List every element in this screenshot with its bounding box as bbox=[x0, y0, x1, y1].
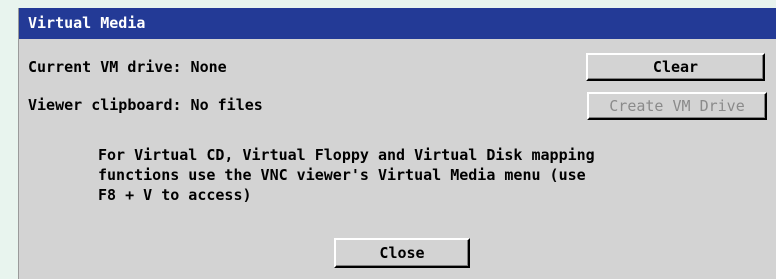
close-button[interactable]: Close bbox=[334, 238, 470, 268]
clear-button[interactable]: Clear bbox=[586, 53, 765, 81]
info-line: functions use the VNC viewer's Virtual M… bbox=[98, 166, 586, 184]
info-line: F8 + V to access) bbox=[98, 186, 252, 204]
current-drive-label: Current VM drive: None bbox=[28, 58, 227, 76]
create-vm-drive-button[interactable]: Create VM Drive bbox=[587, 92, 767, 120]
clipboard-label: Viewer clipboard: No files bbox=[28, 96, 263, 114]
info-text: For Virtual CD, Virtual Floppy and Virtu… bbox=[98, 145, 595, 205]
info-line: For Virtual CD, Virtual Floppy and Virtu… bbox=[98, 146, 595, 164]
dialog-title: Virtual Media bbox=[19, 8, 776, 39]
virtual-media-dialog: Virtual Media Current VM drive: None Cle… bbox=[18, 8, 776, 279]
